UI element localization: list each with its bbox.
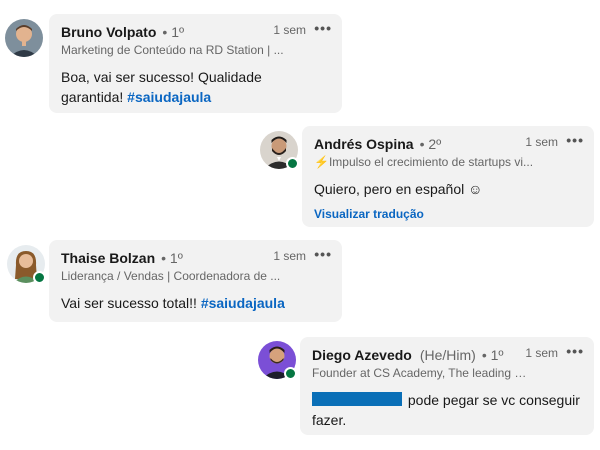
- comment-text: pode pegar se vc conseguir fazer.: [312, 392, 580, 428]
- redacted-mention: [312, 392, 402, 406]
- comment-bubble: Diego Azevedo (He/Him) • 1º Founder at C…: [300, 337, 594, 435]
- hashtag-link[interactable]: #saiudajaula: [201, 295, 285, 311]
- comment-time: 1 sem: [525, 346, 558, 360]
- comment-time: 1 sem: [525, 135, 558, 149]
- comment-bubble: Thaise Bolzan • 1º Liderança / Vendas | …: [49, 240, 342, 322]
- online-status-icon: [284, 367, 297, 380]
- author-name[interactable]: Diego Azevedo: [312, 347, 412, 363]
- comment-text: Boa, vai ser sucesso! Qualidade garantid…: [61, 69, 262, 105]
- author-headline: Liderança / Vendas | Coordenadora de ...: [61, 269, 281, 283]
- hashtag-link[interactable]: #saiudajaula: [127, 89, 211, 105]
- avatar-andres[interactable]: [260, 131, 299, 170]
- author-name[interactable]: Thaise Bolzan: [61, 250, 155, 266]
- author-headline: Marketing de Conteúdo na RD Station | ..…: [61, 43, 284, 57]
- author-pronouns: (He/Him): [419, 347, 476, 363]
- comment-time: 1 sem: [273, 249, 306, 263]
- comment-time: 1 sem: [273, 23, 306, 37]
- connection-degree: • 1º: [162, 24, 185, 40]
- comment-bubble: Bruno Volpato • 1º Marketing de Conteúdo…: [49, 14, 342, 113]
- comment-bubble: Andrés Ospina • 2º ⚡Impulso el crecimien…: [302, 126, 594, 227]
- more-options-icon[interactable]: •••: [566, 132, 584, 148]
- connection-degree: • 1º: [161, 250, 183, 266]
- more-options-icon[interactable]: •••: [314, 246, 332, 262]
- avatar-diego[interactable]: [258, 341, 297, 380]
- view-translation-link[interactable]: Visualizar tradução: [314, 207, 582, 221]
- author-headline: ⚡Impulso el crecimiento de startups vi..…: [314, 155, 534, 169]
- author-name[interactable]: Andrés Ospina: [314, 136, 414, 152]
- connection-degree: • 2º: [419, 136, 442, 152]
- more-options-icon[interactable]: •••: [314, 20, 332, 36]
- avatar-thaise[interactable]: [7, 245, 46, 284]
- online-status-icon: [286, 157, 299, 170]
- author-name[interactable]: Bruno Volpato: [61, 24, 156, 40]
- comment-text: Vai ser sucesso total!! #saiudajaula: [61, 295, 285, 311]
- comment-text: Quiero, pero en español ☺: [314, 181, 483, 197]
- online-status-icon: [33, 271, 46, 284]
- avatar-bruno[interactable]: [5, 19, 43, 57]
- connection-degree: • 1º: [481, 347, 504, 363]
- author-headline: Founder at CS Academy, The leading E...: [312, 366, 528, 380]
- more-options-icon[interactable]: •••: [566, 343, 584, 359]
